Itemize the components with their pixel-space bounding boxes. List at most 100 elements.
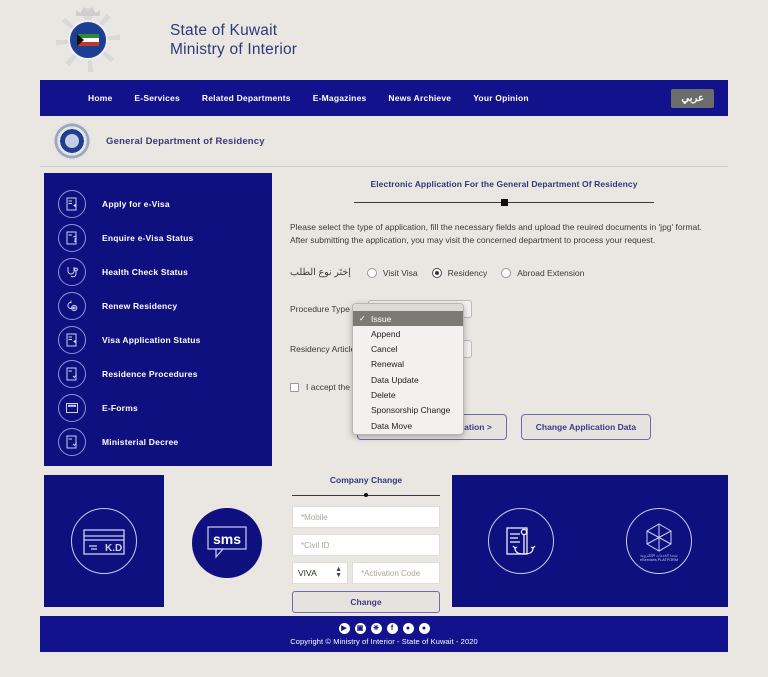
nav-item-e-services[interactable]: E-Services [134, 93, 179, 103]
sidebar-item-label: Apply for e-Visa [102, 199, 170, 209]
application-type-row: إختَر نوع الطلب Visit Visa Residency Abr… [290, 267, 728, 278]
certificate-anchor-icon[interactable] [488, 508, 554, 574]
promo-right-panel: منصة الخدمات الإلكترونية eServices PLATF… [452, 475, 728, 607]
sidebar-item-label: Renew Residency [102, 301, 177, 311]
header-logo-band: State of Kuwait Ministry of Interior [40, 0, 728, 80]
brand-line-2: Ministry of Interior [170, 40, 297, 59]
dropdown-option-data-move[interactable]: Data Move [353, 418, 463, 433]
instagram-icon[interactable]: ▣ [355, 623, 366, 634]
civil-id-input[interactable]: *Civil ID [292, 534, 440, 556]
dropdown-option-delete[interactable]: Delete [353, 388, 463, 403]
change-application-data-button[interactable]: Change Application Data [521, 414, 651, 440]
form-box-icon [58, 394, 86, 422]
department-name: General Department of Residency [106, 136, 265, 147]
page-footer: ▶ ▣ ❈ f ● ● Copyright © Ministry of Inte… [40, 616, 728, 652]
brand-text: State of Kuwait Ministry of Interior [170, 21, 297, 60]
sidebar-item-enquire-e-visa-status[interactable]: Enquire e-Visa Status [44, 221, 272, 255]
radio-visit-visa[interactable]: Visit Visa [367, 268, 418, 278]
sidebar-item-residence-procedures[interactable]: Residence Procedures [44, 357, 272, 391]
svg-text:eServices PLATFORM: eServices PLATFORM [640, 558, 678, 562]
intro-text: Please select the type of application, f… [290, 221, 718, 247]
nav-item-your-opinion[interactable]: Your Opinion [473, 93, 529, 103]
radio-abroad-extension[interactable]: Abroad Extension [501, 268, 584, 278]
sidebar-item-apply-for-e-visa[interactable]: Apply for e-Visa [44, 187, 272, 221]
dropdown-option-data-update[interactable]: Data Update [353, 372, 463, 387]
dropdown-option-append[interactable]: Append [353, 326, 463, 341]
radio-label: Abroad Extension [517, 268, 584, 278]
svg-text:sms: sms [213, 531, 241, 547]
document-check-icon [58, 428, 86, 456]
nav-item-related-departments[interactable]: Related Departments [202, 93, 291, 103]
operator-select-value: VIVA [298, 568, 317, 578]
activation-code-input[interactable]: *Activation Code [352, 562, 440, 584]
header-divider [40, 166, 728, 167]
promo-kd-payment[interactable]: K.D [44, 475, 164, 607]
radio-dot [367, 268, 377, 278]
company-change-divider [292, 492, 440, 500]
nav-item-home[interactable]: Home [88, 93, 112, 103]
company-change-title: Company Change [282, 475, 450, 485]
dropdown-lip [353, 304, 463, 311]
sidebar-item-label: E-Forms [102, 403, 138, 413]
sms-bubble-icon: sms [203, 521, 251, 566]
promo-sms[interactable]: sms [192, 508, 262, 578]
page-title: Electronic Application For the General D… [280, 173, 728, 189]
mobile-input[interactable]: *Mobile [292, 506, 440, 528]
sidebar-item-label: Enquire e-Visa Status [102, 233, 193, 243]
kuwait-police-crest-icon [52, 6, 124, 74]
operator-and-code-row: VIVA ▲▼ *Activation Code [292, 562, 440, 584]
radio-residency[interactable]: Residency [432, 268, 488, 278]
android-icon[interactable]: ● [403, 623, 414, 634]
sidebar-item-label: Ministerial Decree [102, 437, 178, 447]
sidebar-item-label: Residence Procedures [102, 369, 198, 379]
intro-line-1: Please select the type of application, f… [290, 221, 718, 234]
intro-line-2: After submitting the application, you ma… [290, 234, 718, 247]
radio-label: Residency [448, 268, 488, 278]
kd-card-icon: K.D [71, 508, 137, 574]
procedure-type-dropdown-list[interactable]: Issue Append Cancel Renewal Data Update … [352, 303, 464, 435]
youtube-icon[interactable]: ▶ [339, 623, 350, 634]
social-links: ▶ ▣ ❈ f ● ● [339, 623, 430, 634]
document-plus-icon [58, 326, 86, 354]
svg-text:K.D: K.D [105, 543, 122, 554]
operator-select[interactable]: VIVA ▲▼ [292, 562, 348, 584]
language-toggle-button[interactable]: عربي [671, 89, 714, 108]
department-strip: General Department of Residency [40, 116, 728, 166]
radio-dot [501, 268, 511, 278]
sidebar-item-label: Health Check Status [102, 267, 188, 277]
stethoscope-icon [58, 258, 86, 286]
application-form-panel: Electronic Application For the General D… [280, 173, 728, 440]
sidebar-item-visa-application-status[interactable]: Visa Application Status [44, 323, 272, 357]
dropdown-option-issue[interactable]: Issue [353, 311, 463, 326]
sidebar-item-renew-residency[interactable]: Renew Residency [44, 289, 272, 323]
brand-line-1: State of Kuwait [170, 21, 297, 40]
title-divider [354, 198, 654, 207]
dropdown-option-renewal[interactable]: Renewal [353, 357, 463, 372]
document-plus-icon [58, 190, 86, 218]
sidebar-menu: Apply for e-Visa Enquire e-Visa Status H… [44, 173, 272, 466]
form-action-buttons: Start Filling The Application > Change A… [280, 414, 728, 440]
apple-icon[interactable]: ● [419, 623, 430, 634]
nav-item-news-archieve[interactable]: News Archieve [388, 93, 451, 103]
accept-terms-checkbox[interactable] [290, 383, 299, 392]
nav-item-e-magazines[interactable]: E-Magazines [313, 93, 367, 103]
radio-dot [432, 268, 442, 278]
main-navigation: Home E-Services Related Departments E-Ma… [40, 80, 728, 116]
sidebar-item-health-check-status[interactable]: Health Check Status [44, 255, 272, 289]
document-question-icon [58, 224, 86, 252]
sidebar-item-ministerial-decree[interactable]: Ministerial Decree [44, 425, 272, 459]
stepper-arrows-icon: ▲▼ [335, 567, 342, 580]
twitter-icon[interactable]: ❈ [371, 623, 382, 634]
facebook-icon[interactable]: f [387, 623, 398, 634]
copyright-text: Copyright © Ministry of Interior - State… [290, 637, 478, 646]
sidebar-item-e-forms[interactable]: E-Forms [44, 391, 272, 425]
dropdown-option-sponsorship-change[interactable]: Sponsorship Change [353, 403, 463, 418]
company-change-button[interactable]: Change [292, 591, 440, 613]
sidebar-item-label: Visa Application Status [102, 335, 201, 345]
application-type-arabic-label: إختَر نوع الطلب [290, 267, 351, 278]
dropdown-option-cancel[interactable]: Cancel [353, 342, 463, 357]
refresh-gear-icon [58, 292, 86, 320]
radio-label: Visit Visa [383, 268, 418, 278]
residency-seal-icon [52, 121, 92, 161]
eservices-platform-icon[interactable]: منصة الخدمات الإلكترونية eServices PLATF… [626, 508, 692, 574]
